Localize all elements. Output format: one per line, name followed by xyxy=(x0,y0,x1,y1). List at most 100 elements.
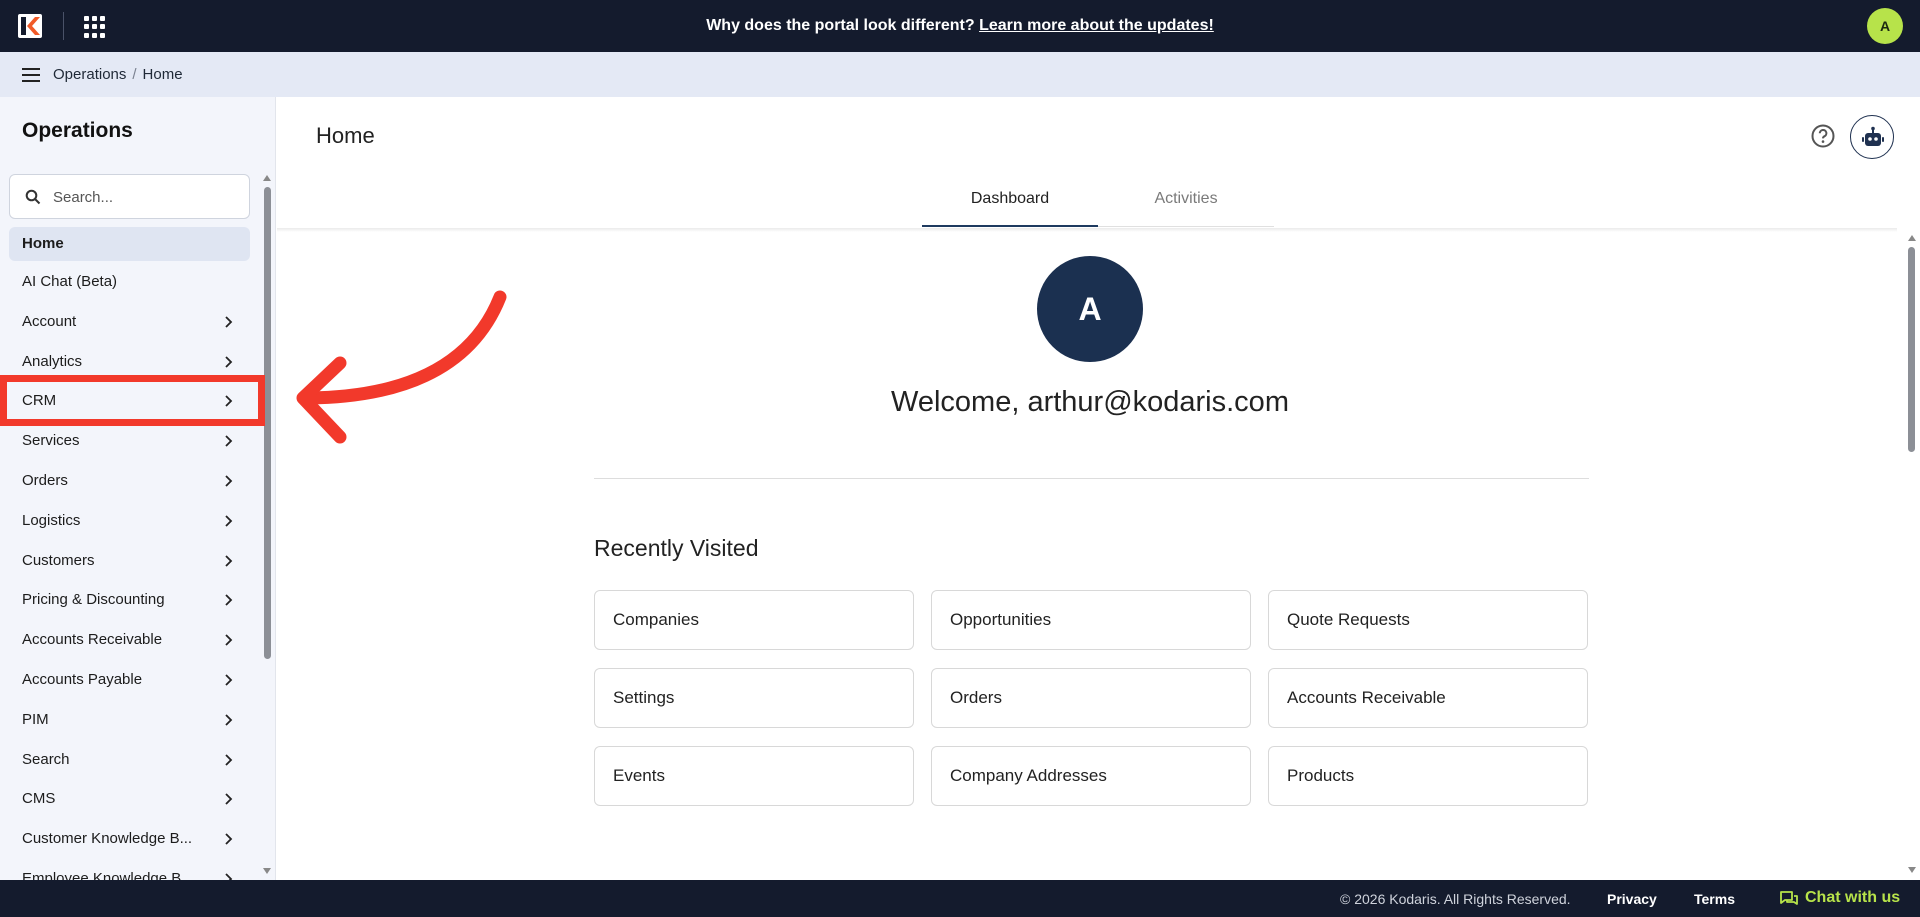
scroll-up-arrow-icon[interactable] xyxy=(1908,235,1916,241)
sidebar-item-pricing-discounting[interactable]: Pricing & Discounting xyxy=(9,583,250,623)
announcement-banner: Why does the portal look different? Lear… xyxy=(0,0,1920,52)
content-divider xyxy=(277,228,1897,232)
privacy-link[interactable]: Privacy xyxy=(1607,891,1657,907)
sidebar-item-label: Employee Knowledge B... xyxy=(22,869,194,880)
terms-link[interactable]: Terms xyxy=(1694,891,1735,907)
search-input[interactable] xyxy=(53,186,238,208)
scroll-up-arrow-icon[interactable] xyxy=(263,175,271,181)
sidebar-item-pim[interactable]: PIM xyxy=(9,703,250,743)
sidebar-item-accounts-payable[interactable]: Accounts Payable xyxy=(9,663,250,703)
sidebar-item-orders[interactable]: Orders xyxy=(9,464,250,504)
breadcrumb-bar: Operations / Home xyxy=(0,52,1920,97)
sidebar-item-label: Customers xyxy=(22,551,95,569)
sidebar-item-label: AI Chat (Beta) xyxy=(22,273,118,290)
profile-avatar: A xyxy=(1037,256,1143,362)
sidebar-item-label: Services xyxy=(22,432,80,450)
recent-card-company-addresses[interactable]: Company Addresses xyxy=(931,746,1251,806)
chevron-right-icon xyxy=(225,634,233,646)
recently-visited-grid: Companies Opportunities Quote Requests S… xyxy=(594,590,1589,806)
chat-icon xyxy=(1780,891,1798,905)
sidebar: Operations Home AI Chat (Beta) Account A… xyxy=(0,97,276,880)
sidebar-item-label: PIM xyxy=(22,710,49,728)
tab-activities[interactable]: Activities xyxy=(1098,187,1274,227)
sidebar-item-employee-knowledge-base[interactable]: Employee Knowledge B... xyxy=(9,862,250,880)
sidebar-item-label: Customer Knowledge B... xyxy=(22,830,193,848)
recent-card-products[interactable]: Products xyxy=(1268,746,1588,806)
sidebar-item-label: Pricing & Discounting xyxy=(22,591,165,609)
sidebar-item-customer-knowledge-base[interactable]: Customer Knowledge B... xyxy=(9,822,250,862)
recent-card-events[interactable]: Events xyxy=(594,746,914,806)
ai-assistant-button[interactable] xyxy=(1850,115,1894,159)
sidebar-title: Operations xyxy=(22,119,133,142)
tab-bar: Dashboard Activities xyxy=(922,187,1274,227)
recent-card-orders[interactable]: Orders xyxy=(931,668,1251,728)
sidebar-item-label: Orders xyxy=(22,471,68,489)
scroll-down-arrow-icon[interactable] xyxy=(1908,867,1916,873)
recent-card-accounts-receivable[interactable]: Accounts Receivable xyxy=(1268,668,1588,728)
tab-dashboard[interactable]: Dashboard xyxy=(922,187,1098,227)
breadcrumb-current: Home xyxy=(142,66,183,83)
recent-card-opportunities[interactable]: Opportunities xyxy=(931,590,1251,650)
recent-card-settings[interactable]: Settings xyxy=(594,668,914,728)
kodaris-logo-icon[interactable] xyxy=(18,14,42,38)
annotation-arrow-icon xyxy=(296,290,507,444)
chevron-right-icon xyxy=(225,554,233,567)
chevron-right-icon xyxy=(225,355,233,368)
chevron-right-icon xyxy=(225,674,233,686)
chevron-right-icon xyxy=(225,753,233,766)
scroll-down-arrow-icon[interactable] xyxy=(263,868,271,874)
sidebar-item-accounts-receivable[interactable]: Accounts Receivable xyxy=(9,623,250,663)
chevron-right-icon xyxy=(225,435,233,447)
footer: © 2026 Kodaris. All Rights Reserved. Pri… xyxy=(0,880,1920,917)
sidebar-nav: Home AI Chat (Beta) Account Analytics CR… xyxy=(9,227,250,880)
sidebar-search[interactable] xyxy=(9,174,250,219)
chevron-right-icon xyxy=(225,793,233,805)
sidebar-item-home[interactable]: Home xyxy=(9,227,250,261)
sidebar-item-label: Accounts Payable xyxy=(22,670,143,688)
user-avatar[interactable]: A xyxy=(1867,8,1903,44)
search-icon xyxy=(25,189,41,205)
chevron-right-icon xyxy=(225,475,233,487)
sidebar-item-cms[interactable]: CMS xyxy=(9,782,250,822)
sidebar-item-services[interactable]: Services xyxy=(9,424,250,464)
crm-highlight-box xyxy=(0,375,265,426)
recent-card-companies[interactable]: Companies xyxy=(594,590,914,650)
sidebar-item-search[interactable]: Search xyxy=(9,743,250,783)
sidebar-item-label: Account xyxy=(22,312,77,330)
sidebar-item-label: Home xyxy=(22,235,64,252)
robot-icon xyxy=(1862,126,1884,146)
breadcrumb: Operations / Home xyxy=(53,66,183,83)
help-icon[interactable] xyxy=(1810,123,1836,149)
breadcrumb-separator: / xyxy=(132,66,137,83)
recently-visited-title: Recently Visited xyxy=(594,535,759,561)
sidebar-scrollbar[interactable] xyxy=(264,187,271,659)
page-title: Home xyxy=(316,123,375,148)
breadcrumb-parent[interactable]: Operations xyxy=(53,66,126,83)
chevron-right-icon xyxy=(225,316,233,328)
chevron-right-icon xyxy=(225,594,233,607)
app-grid-icon[interactable] xyxy=(84,16,106,38)
chevron-right-icon xyxy=(225,515,233,527)
sidebar-item-label: Analytics xyxy=(22,352,83,370)
section-divider xyxy=(594,478,1589,479)
banner-learn-more-link[interactable]: Learn more about the updates! xyxy=(979,17,1214,34)
banner-text: Why does the portal look different? xyxy=(706,17,980,34)
main-scrollbar[interactable] xyxy=(1908,247,1915,452)
sidebar-item-ai-chat[interactable]: AI Chat (Beta) xyxy=(9,265,250,305)
chat-label: Chat with us xyxy=(1805,889,1901,906)
sidebar-item-label: Logistics xyxy=(22,511,81,529)
hamburger-menu-icon[interactable] xyxy=(22,68,40,82)
sidebar-item-label: Accounts Receivable xyxy=(22,631,163,649)
sidebar-item-logistics[interactable]: Logistics xyxy=(9,504,250,544)
chevron-right-icon xyxy=(225,873,233,880)
copyright-text: © 2026 Kodaris. All Rights Reserved. xyxy=(1340,891,1571,907)
recent-card-quote-requests[interactable]: Quote Requests xyxy=(1268,590,1588,650)
top-bar: Why does the portal look different? Lear… xyxy=(0,0,1920,52)
chevron-right-icon xyxy=(225,714,233,726)
main-content: Home Dashboard Activities A Welcome, art… xyxy=(277,97,1920,880)
sidebar-item-customers[interactable]: Customers xyxy=(9,544,250,584)
topbar-divider xyxy=(63,12,64,40)
sidebar-item-label: Search xyxy=(22,750,70,768)
welcome-message: Welcome, arthur@kodaris.com xyxy=(891,386,1289,418)
sidebar-item-account[interactable]: Account xyxy=(9,305,250,345)
